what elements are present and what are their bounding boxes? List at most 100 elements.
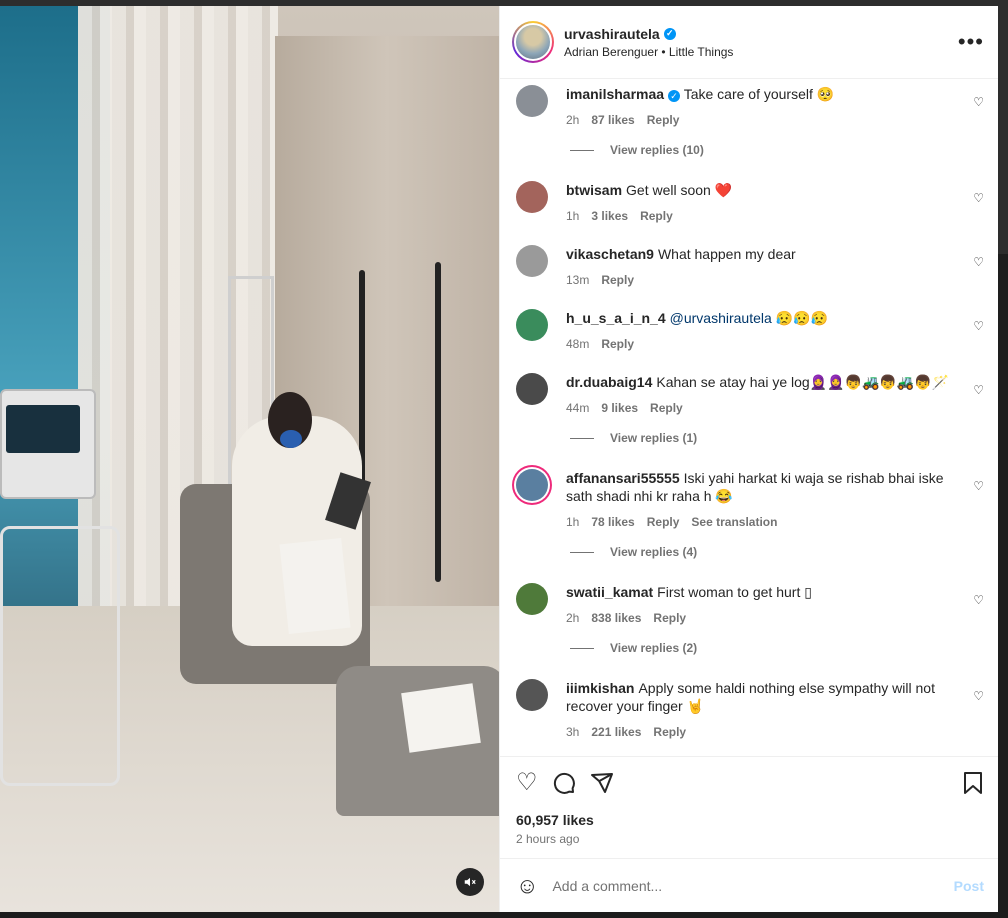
view-replies-label: View replies (10) — [610, 143, 704, 157]
comment-item: swatii_kamat First woman to get hurt ▯ 2h 8… — [516, 583, 984, 627]
post-media[interactable] — [0, 6, 499, 912]
commenter-username[interactable]: iiimkishan — [566, 680, 634, 696]
comment-text: What happen my dear — [657, 246, 796, 262]
media-mask — [280, 430, 302, 448]
commenter-avatar[interactable] — [516, 373, 548, 405]
comment-time[interactable]: 13m — [566, 271, 589, 289]
more-options-icon[interactable]: ••• — [958, 29, 984, 55]
comment-time[interactable]: 48m — [566, 335, 589, 353]
comment-time[interactable]: 1h — [566, 207, 579, 225]
comment-mention[interactable]: @urvashirautela — [670, 310, 772, 326]
view-replies-button[interactable]: View replies (1) — [570, 431, 984, 445]
comment-time[interactable]: 2h — [566, 609, 579, 627]
commenter-avatar[interactable] — [516, 469, 548, 501]
verified-icon: ✓ — [663, 27, 676, 40]
comment-item: vikaschetan9 What happen my dear 13m Reply ♡ — [516, 245, 984, 289]
verified-icon: ✓ — [668, 90, 681, 102]
emoji-icon[interactable]: ☺ — [516, 873, 538, 899]
reply-button[interactable]: Reply — [647, 111, 680, 129]
commenter-avatar[interactable] — [516, 309, 548, 341]
commenter-username[interactable]: imanilsharmaa — [566, 86, 664, 102]
comment-time[interactable]: 3h — [566, 723, 579, 741]
comment-item: dr.duabaig14 Kahan se atay hai ye log🧕🧕👦🚜… — [516, 373, 984, 417]
comment-item: h_u_s_a_i_n_4 @urvashirautela 😥😥😥 48m Reply… — [516, 309, 984, 353]
post-button[interactable]: Post — [954, 878, 984, 894]
comment-time[interactable]: 44m — [566, 399, 589, 417]
reply-button[interactable]: Reply — [601, 271, 634, 289]
comments-list: imanilsharmaa ✓ Take care of yourself 🥺 2h… — [500, 79, 998, 756]
save-icon[interactable] — [962, 771, 984, 795]
comment-time[interactable]: 1h — [566, 513, 579, 531]
comment-item: iiimkishan Apply some haldi nothing else … — [516, 679, 984, 741]
commenter-avatar[interactable] — [516, 85, 548, 117]
author-avatar[interactable] — [512, 21, 554, 63]
mute-icon — [464, 877, 476, 887]
reply-button[interactable]: Reply — [650, 399, 683, 417]
view-replies-label: View replies (2) — [610, 641, 698, 655]
commenter-avatar[interactable] — [516, 583, 548, 615]
comment-item: btwisam Get well soon ❤️ 1h 3 likes Reply ♡ — [516, 181, 984, 225]
comment-text: 😥😥😥 — [771, 310, 828, 326]
post-header: urvashirautela ✓ Adrian Berenguer • Litt… — [500, 6, 998, 79]
comment-likes[interactable]: 87 likes — [591, 111, 634, 129]
media-cart — [0, 526, 120, 786]
reply-button[interactable]: Reply — [653, 609, 686, 627]
audio-label[interactable]: Adrian Berenguer • Little Things — [564, 45, 958, 59]
comment-likes[interactable]: 221 likes — [591, 723, 641, 741]
reply-button[interactable]: Reply — [640, 207, 673, 225]
media-monitor — [0, 389, 96, 499]
commenter-username[interactable]: btwisam — [566, 182, 622, 198]
view-replies-button[interactable]: View replies (2) — [570, 641, 984, 655]
comment-like-icon[interactable]: ♡ — [973, 689, 984, 703]
view-replies-label: View replies (4) — [610, 545, 698, 559]
comment-likes[interactable]: 78 likes — [591, 513, 634, 531]
like-icon[interactable]: ♡ — [516, 770, 538, 795]
comment-likes[interactable]: 9 likes — [601, 399, 638, 417]
view-replies-button[interactable]: View replies (10) — [570, 143, 984, 157]
media-stool-paper — [401, 683, 481, 753]
reply-button[interactable]: Reply — [653, 723, 686, 741]
comment-likes[interactable]: 838 likes — [591, 609, 641, 627]
comment-input[interactable] — [552, 877, 954, 894]
commenter-username[interactable]: swatii_kamat — [566, 584, 653, 600]
add-comment-bar: ☺ Post — [500, 858, 998, 912]
comment-like-icon[interactable]: ♡ — [973, 383, 984, 397]
post-panel: urvashirautela ✓ Adrian Berenguer • Litt… — [499, 6, 998, 912]
comment-time[interactable]: 2h — [566, 111, 579, 129]
comment-text: Get well soon ❤️ — [626, 182, 733, 198]
comment-text: Kahan se atay hai ye log🧕🧕👦🚜👦🚜👦🪄 — [656, 374, 950, 390]
post-modal: urvashirautela ✓ Adrian Berenguer • Litt… — [0, 6, 998, 912]
commenter-avatar[interactable] — [516, 679, 548, 711]
comment-like-icon[interactable]: ♡ — [973, 479, 984, 493]
commenter-username[interactable]: affanansari55555 — [566, 470, 680, 486]
comment-item: imanilsharmaa ✓ Take care of yourself 🥺 2h… — [516, 85, 984, 129]
author-username[interactable]: urvashirautela — [564, 26, 660, 42]
action-bar: ♡ — [500, 756, 998, 808]
likes-count[interactable]: 60,957 likes — [500, 808, 998, 828]
share-icon[interactable] — [590, 771, 614, 795]
commenter-avatar[interactable] — [516, 245, 548, 277]
backdrop-strip — [998, 254, 1008, 914]
comment-like-icon[interactable]: ♡ — [973, 95, 984, 109]
comment-text: First woman to get hurt ▯ — [657, 584, 812, 600]
see-translation-button[interactable]: See translation — [691, 513, 777, 531]
comment-like-icon[interactable]: ♡ — [973, 191, 984, 205]
comment-item: affanansari55555 Iski yahi harkat ki waja… — [516, 469, 984, 531]
comment-icon[interactable] — [552, 771, 576, 795]
commenter-username[interactable]: h_u_s_a_i_n_4 — [566, 310, 666, 326]
media-paper — [279, 538, 351, 634]
reply-button[interactable]: Reply — [601, 335, 634, 353]
reply-button[interactable]: Reply — [647, 513, 680, 531]
wardrobe-handle — [435, 262, 441, 582]
comment-likes[interactable]: 3 likes — [591, 207, 628, 225]
comment-like-icon[interactable]: ♡ — [973, 255, 984, 269]
commenter-username[interactable]: dr.duabaig14 — [566, 374, 652, 390]
comment-like-icon[interactable]: ♡ — [973, 593, 984, 607]
commenter-username[interactable]: vikaschetan9 — [566, 246, 654, 262]
view-replies-label: View replies (1) — [610, 431, 698, 445]
comment-like-icon[interactable]: ♡ — [973, 319, 984, 333]
commenter-avatar[interactable] — [516, 181, 548, 213]
mute-button[interactable] — [456, 868, 484, 896]
view-replies-button[interactable]: View replies (4) — [570, 545, 984, 559]
post-time: 2 hours ago — [516, 832, 580, 846]
